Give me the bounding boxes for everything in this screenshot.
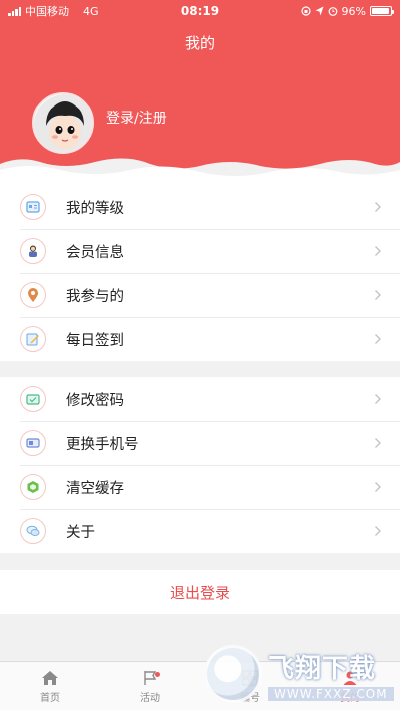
chevron-right-icon — [375, 394, 381, 404]
chevron-right-icon — [375, 246, 381, 256]
tab-home[interactable]: 首页 — [0, 662, 100, 710]
carrier-name: 中国移动 — [25, 5, 69, 18]
page-title: 我的 — [184, 34, 215, 52]
chevron-right-icon — [375, 334, 381, 344]
location-arrow-icon — [315, 6, 324, 16]
alarm-icon — [328, 7, 337, 16]
about-chat-icon — [20, 518, 46, 544]
signal-strength-icon — [8, 6, 21, 16]
menu-item-clear-cache[interactable]: 清空缓存 — [0, 465, 400, 509]
menu-item-change-password[interactable]: 修改密码 — [0, 377, 400, 421]
status-bar: 中国移动 4G 08:19 96% — [0, 0, 400, 22]
status-time: 08:19 — [180, 4, 220, 18]
menu-item-label: 我参与的 — [66, 288, 124, 305]
tab-label: 首页 — [40, 692, 60, 704]
menu-item-member-info[interactable]: 会员信息 — [0, 229, 400, 273]
battery-icon — [370, 6, 394, 16]
logout-button[interactable]: 退出登录 — [0, 570, 400, 614]
notification-dot — [155, 672, 160, 677]
profile-header: 我的 登录/注册 — [0, 0, 400, 185]
home-icon — [42, 670, 58, 685]
menu-item-change-phone[interactable]: 更换手机号 — [0, 421, 400, 465]
clear-cache-icon — [20, 474, 46, 500]
password-icon — [20, 386, 46, 412]
watermark-url: WWW.FXXZ.COM — [268, 686, 394, 701]
login-register-link[interactable]: 登录/注册 — [106, 108, 167, 128]
menu-item-label: 每日签到 — [66, 332, 124, 349]
tab-activity[interactable]: 活动 — [100, 662, 200, 710]
menu-item-label: 会员信息 — [66, 244, 124, 261]
menu-item-participated[interactable]: 我参与的 — [0, 273, 400, 317]
rotation-lock-icon — [300, 6, 311, 16]
phone-card-icon — [20, 430, 46, 456]
network-type: 4G — [83, 4, 99, 18]
menu-item-label: 修改密码 — [66, 392, 124, 409]
chevron-right-icon — [375, 526, 381, 536]
avatar[interactable] — [32, 92, 94, 154]
member-person-icon — [20, 238, 46, 264]
tab-label: 活动 — [140, 692, 160, 704]
menu-item-label: 清空缓存 — [66, 480, 124, 497]
menu-item-my-level[interactable]: 我的等级 — [0, 185, 400, 229]
level-card-icon — [20, 194, 46, 220]
chevron-right-icon — [375, 202, 381, 212]
watermark-title: 飞翔下载 — [268, 653, 377, 684]
avatar-cartoon-icon — [34, 94, 92, 152]
menu-item-label: 关于 — [66, 524, 95, 541]
menu-item-label: 我的等级 — [66, 200, 124, 217]
site-watermark: 飞翔下载 WWW.FXXZ.COM — [200, 638, 400, 710]
location-pin-icon — [20, 282, 46, 308]
chevron-right-icon — [375, 482, 381, 492]
menu-group-settings: 修改密码 更换手机号 清空缓存 关于 — [0, 377, 400, 553]
watermark-logo-icon — [204, 645, 262, 703]
menu-group-account: 我的等级 会员信息 我参与的 每日签到 — [0, 185, 400, 361]
chevron-right-icon — [375, 290, 381, 300]
battery-percent: 96% — [341, 4, 366, 18]
menu-item-daily-checkin[interactable]: 每日签到 — [0, 317, 400, 361]
chevron-right-icon — [375, 438, 381, 448]
menu-item-about[interactable]: 关于 — [0, 509, 400, 553]
menu-item-label: 更换手机号 — [66, 436, 139, 453]
sign-in-pencil-icon — [20, 326, 46, 352]
cloud-wave-decoration — [0, 158, 400, 185]
